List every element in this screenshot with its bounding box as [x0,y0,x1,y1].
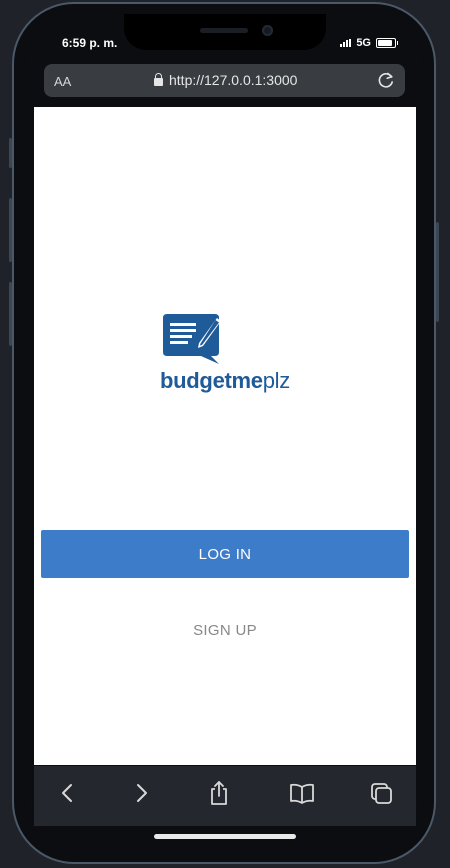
bookmarks-button[interactable] [287,778,317,808]
chevron-right-icon [137,784,147,802]
signal-icon [340,39,352,47]
status-indicators: 5G [340,37,398,49]
share-button[interactable] [204,778,234,808]
text-size-button[interactable]: AA [54,74,71,89]
url-display[interactable]: http://127.0.0.1:3000 [154,72,297,88]
front-camera-icon [262,25,273,36]
address-bar[interactable]: AA http://127.0.0.1:3000 [44,64,405,97]
login-button[interactable]: LOG IN [41,530,409,578]
lock-icon [154,72,163,86]
bookmarks-icon [290,783,314,804]
web-content [34,107,416,765]
back-button[interactable] [52,778,82,808]
url-text: http://127.0.0.1:3000 [169,72,298,88]
battery-icon [376,38,398,48]
status-time: 6:59 p. m. [62,36,118,50]
signup-link[interactable]: SIGN UP [0,622,450,639]
power-button [436,222,439,322]
reload-icon[interactable] [375,69,397,91]
brand-light-text: plz [262,368,291,393]
network-label: 5G [356,37,371,49]
tabs-button[interactable] [366,778,396,808]
share-icon [211,781,227,805]
home-indicator[interactable] [154,834,296,839]
speaker-grille [200,28,248,33]
budget-logo-icon [163,314,221,364]
tabs-icon [371,783,392,804]
forward-button[interactable] [127,778,157,808]
chevron-left-icon [62,784,72,802]
brand-wordmark: budgetmeplz [0,368,450,394]
brand-bold-text: budgetme [160,368,263,393]
